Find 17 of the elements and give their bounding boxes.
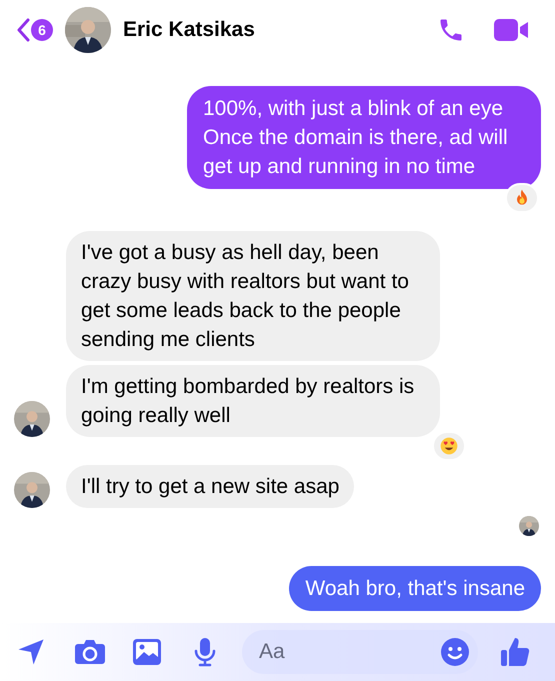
microphone-icon[interactable] [192, 637, 218, 667]
smiley-icon[interactable] [440, 637, 470, 667]
message-bubble: I've got a busy as hell day, been crazy busy with realtors but want to get some leads back to the people sending me clients [66, 231, 440, 361]
message-bubble: Woah bro, that's insane [289, 566, 541, 611]
message-bubble: I'll try to get a new site asap [66, 465, 354, 508]
heart-eyes-emoji-icon [439, 436, 459, 456]
message-bubble: 100%, with just a blink of an eye Once the domain is there, ad will get up and running in no time [187, 86, 541, 189]
contact-name[interactable]: Eric Katsikas [123, 14, 255, 46]
back-icon[interactable] [16, 18, 30, 42]
message-bubble: I'm getting bombarded by realtors is going really well [66, 365, 440, 437]
video-camera-icon[interactable] [493, 17, 529, 43]
unread-badge: 6 [31, 19, 53, 41]
thumbs-up-icon[interactable] [500, 636, 530, 668]
image-icon[interactable] [132, 638, 162, 666]
location-arrow-icon[interactable] [16, 637, 46, 667]
camera-icon[interactable] [74, 638, 106, 666]
message-field[interactable]: Aa [242, 630, 478, 674]
